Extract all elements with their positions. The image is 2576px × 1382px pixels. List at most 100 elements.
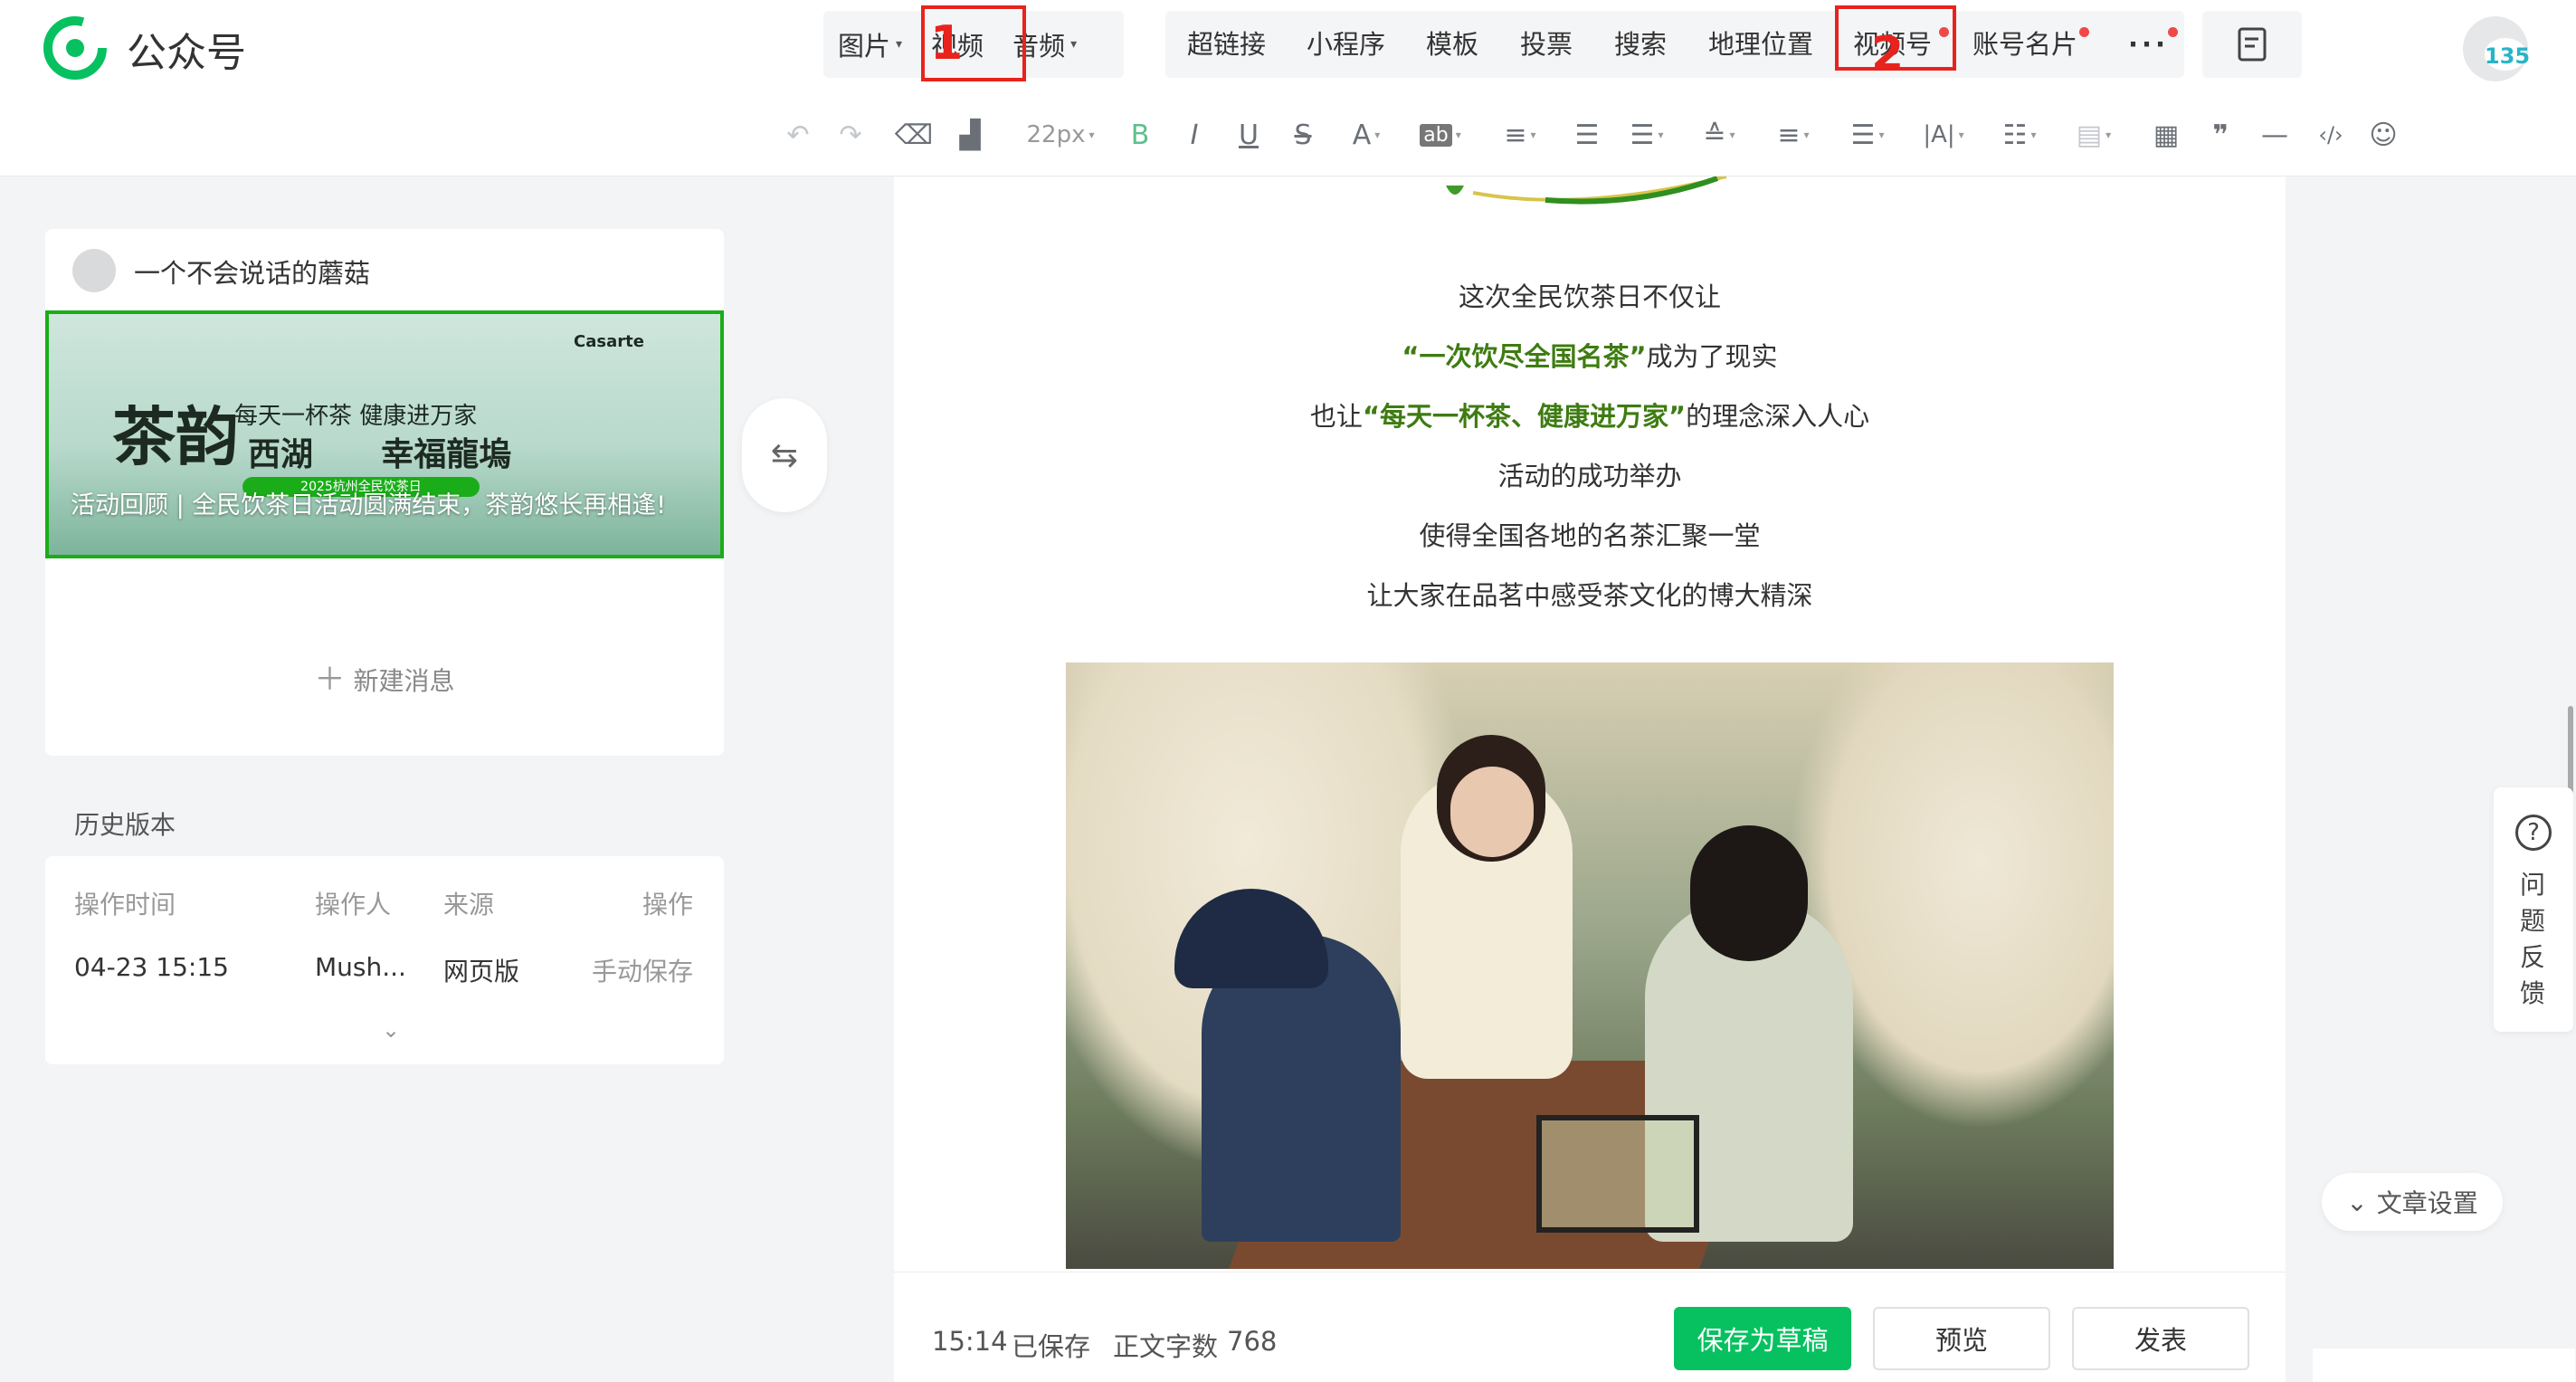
caret-down-icon: ▾ (1729, 129, 1735, 141)
image-layout-icon[interactable]: ▤ ▾ (2068, 115, 2119, 155)
insert-group: 超链接 小程序 模板 投票 搜索 地理位置 视频号 账号名片 ··· (1165, 11, 2184, 78)
saved-status: 已保存 (1012, 1331, 1091, 1362)
photo-person-center-face (1450, 767, 1534, 857)
space-after-icon[interactable]: ≡ ▾ (1768, 115, 1819, 155)
article-text-3a: 也让 (1309, 401, 1363, 432)
template-button[interactable]: 模板 (1426, 11, 1478, 78)
collapse-toggle-icon[interactable]: ⇆ (742, 398, 827, 512)
background-color-label: ab (1420, 123, 1452, 147)
new-message-button[interactable]: ＋ 新建消息 (45, 654, 724, 699)
line-height-icon[interactable]: ☰ ▾ (1842, 115, 1893, 155)
history-header-source: 来源 (443, 890, 495, 920)
article-paragraph-6[interactable]: 让大家在品茗中感受茶文化的博大精深 (894, 575, 2286, 613)
emoji-icon[interactable]: ☺ (2365, 115, 2401, 155)
bold-button[interactable]: B (1124, 115, 1156, 155)
annotation-number-1: 1 (930, 16, 964, 71)
ime-toolbar[interactable] (2313, 1349, 2575, 1382)
account-card-new-dot (2079, 27, 2089, 37)
undo-icon[interactable]: ↶ (780, 115, 816, 155)
strikethrough-button[interactable]: S (1287, 115, 1319, 155)
history-manual-save-link[interactable]: 手动保存 (592, 952, 693, 988)
mini-program-button[interactable]: 小程序 (1307, 11, 1385, 78)
clear-format-icon[interactable]: ⌫ (894, 115, 934, 155)
caret-down-icon: ▾ (1374, 129, 1381, 141)
word-count-value: 768 (1227, 1326, 1278, 1357)
image-menu-label: 图片 (838, 31, 891, 62)
caret-down-icon: ▾ (1658, 129, 1664, 141)
font-color-button[interactable]: A ▾ (1343, 115, 1390, 155)
letter-spacing-label: |A| (1923, 121, 1955, 148)
code-icon[interactable]: ‹/› (2311, 115, 2351, 155)
publish-button[interactable]: 发表 (2072, 1307, 2249, 1370)
space-before-icon[interactable]: ≙ ▾ (1694, 115, 1744, 155)
cover-article-title: 活动回顾 | 全民饮茶日活动圆满结束，茶韵悠长再相逢! (71, 491, 667, 519)
photo-person-left-cap (1174, 889, 1328, 988)
article-text-2: 成为了现实 (1646, 341, 1778, 372)
location-button[interactable]: 地理位置 (1708, 11, 1813, 78)
history-table: 操作时间 操作人 来源 操作 04-23 15:15 Mush... 网页版 手… (45, 856, 724, 1064)
caret-down-icon: ▾ (1803, 129, 1810, 141)
article-settings-label: 文章设置 (2376, 1188, 2478, 1218)
article-paragraph-4[interactable]: 活动的成功举办 (894, 455, 2286, 493)
quote-icon[interactable]: ❞ (2202, 115, 2239, 155)
article-paragraph-2[interactable]: “一次饮尽全国名茶”成为了现实 (894, 336, 2286, 374)
paragraph-spacing-icon[interactable]: ☰ ▾ (1621, 115, 1672, 155)
image-menu-button[interactable]: 图片 ▾ (823, 11, 917, 78)
feedback-button[interactable]: ? 问题反馈 (2494, 787, 2573, 1032)
preview-button[interactable]: 预览 (1873, 1307, 2050, 1370)
table-icon[interactable]: ▦ (2148, 115, 2184, 155)
search-button[interactable]: 搜索 (1614, 11, 1667, 78)
account-name: 一个不会说话的蘑菇 (134, 258, 371, 289)
expand-history-icon[interactable]: ⌄ (382, 1017, 400, 1043)
divider-icon[interactable]: — (2257, 115, 2293, 155)
new-message-label: 新建消息 (353, 666, 455, 696)
indent-icon[interactable]: ☰ (1569, 115, 1605, 155)
article-list-card: 一个不会说话的蘑菇 Casarte 每天一杯茶 健康进万家 茶韵 西湖 幸福龍塢… (45, 229, 724, 756)
document-icon (2238, 27, 2267, 62)
top-bar: 公众号 图片 ▾ 视频 音频 ▾ 超链接 小程序 模板 投票 搜索 地理位置 视… (0, 0, 2576, 93)
article-settings-button[interactable]: ⌄ 文章设置 (2322, 1173, 2503, 1231)
saved-time: 15:14 (932, 1326, 1008, 1357)
more-button[interactable]: ··· (2128, 11, 2169, 78)
more-new-dot (2168, 27, 2178, 37)
align-icon[interactable]: ≡ ▾ (1495, 115, 1545, 155)
135-editor-badge[interactable]: 135 (2483, 36, 2530, 72)
annotation-number-2: 2 (1871, 27, 1905, 81)
caret-down-icon: ▾ (1088, 129, 1095, 141)
history-title: 历史版本 (74, 810, 176, 840)
underline-button[interactable]: U (1232, 115, 1265, 155)
hyperlink-button[interactable]: 超链接 (1187, 11, 1266, 78)
account-avatar (72, 249, 116, 292)
letter-spacing-icon[interactable]: |A| ▾ (1916, 115, 1971, 155)
caret-down-icon: ▾ (1958, 129, 1964, 141)
caret-down-icon: ▾ (2105, 129, 2112, 141)
article-photo-tea-ceremony[interactable] (1066, 662, 2114, 1269)
history-header-time: 操作时间 (74, 890, 176, 920)
history-cell-time: 04-23 15:15 (74, 952, 229, 982)
save-draft-button[interactable]: 保存为草稿 (1674, 1307, 1851, 1370)
draft-list-button[interactable] (2202, 11, 2302, 78)
plus-icon: ＋ (314, 662, 346, 698)
font-size-select[interactable]: 22px ▾ (1017, 115, 1104, 155)
photo-tea-tray (1536, 1115, 1699, 1233)
caret-down-icon: ▾ (1878, 129, 1885, 141)
history-header-operator: 操作人 (315, 890, 392, 920)
list-icon[interactable]: ☷ ▾ (1994, 115, 2045, 155)
article-paragraph-5[interactable]: 使得全国各地的名茶汇聚一堂 (894, 515, 2286, 553)
italic-button[interactable]: I (1178, 115, 1211, 155)
format-painter-icon[interactable]: ▟ (950, 115, 990, 155)
vote-button[interactable]: 投票 (1520, 11, 1573, 78)
leaf-divider-decoration (1446, 176, 1727, 205)
redo-icon[interactable]: ↷ (832, 115, 869, 155)
article-cover-item[interactable]: Casarte 每天一杯茶 健康进万家 茶韵 西湖 幸福龍塢 2025杭州全民饮… (45, 310, 724, 558)
question-icon: ? (2515, 815, 2552, 851)
brand-title: 公众号 (127, 30, 246, 76)
account-card-button[interactable]: 账号名片 (1972, 11, 2077, 78)
article-paragraph-3[interactable]: 也让“每天一杯茶、健康进万家”的理念深入人心 (894, 396, 2286, 434)
feedback-label: 问题反馈 (2520, 870, 2546, 1008)
background-color-button[interactable]: ab ▾ (1413, 115, 1468, 155)
word-count-label: 正文字数 (1113, 1331, 1219, 1362)
article-paragraph-1[interactable]: 这次全民饮茶日不仅让 (894, 276, 2286, 314)
caret-down-icon: ▾ (1530, 129, 1536, 141)
history-header-action: 操作 (642, 890, 694, 920)
